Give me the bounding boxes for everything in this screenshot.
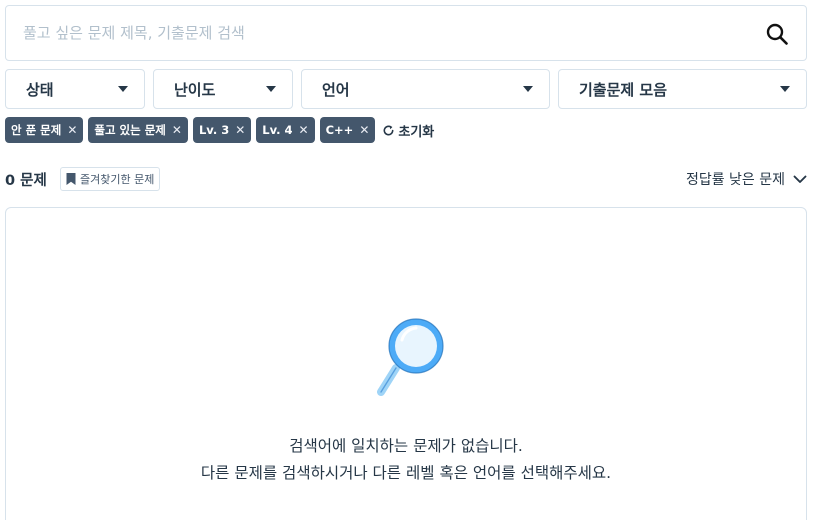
search-input[interactable]: [6, 6, 746, 60]
close-icon[interactable]: ✕: [359, 123, 369, 137]
close-icon[interactable]: ✕: [235, 123, 245, 137]
close-icon[interactable]: ✕: [299, 123, 309, 137]
filter-chip: C++ ✕: [319, 117, 376, 143]
filter-exam-collection-dropdown[interactable]: 기출문제 모음: [558, 69, 807, 109]
filter-exam-collection-label: 기출문제 모음: [579, 80, 668, 99]
filter-chip: 안 푼 문제 ✕: [5, 117, 84, 143]
results-panel: 검색어에 일치하는 문제가 없습니다. 다른 문제를 검색하시거나 다른 레벨 …: [5, 207, 807, 520]
filter-language-dropdown[interactable]: 언어: [301, 69, 550, 109]
search-icon: [766, 23, 788, 45]
caret-down-icon: [118, 86, 128, 92]
result-count: 0 문제: [5, 173, 47, 189]
search-button[interactable]: [762, 19, 792, 49]
search-box: [5, 5, 807, 61]
refresh-icon: [383, 124, 394, 135]
filter-chip: Lv. 3 ✕: [192, 117, 252, 143]
filter-chip-label: Lv. 4: [262, 123, 293, 137]
close-icon[interactable]: ✕: [67, 123, 77, 137]
filter-chip: Lv. 4 ✕: [256, 117, 315, 143]
empty-state-line1: 검색어에 일치하는 문제가 없습니다.: [289, 437, 523, 455]
filter-chip: 풀고 있는 문제 ✕: [88, 117, 188, 143]
caret-down-icon: [523, 86, 533, 92]
filter-level-dropdown[interactable]: 난이도: [153, 69, 293, 109]
magnifier-illustration-icon: [377, 318, 444, 396]
filter-language-label: 언어: [322, 80, 350, 99]
reset-label: 초기화: [398, 124, 435, 140]
filter-status-label: 상태: [26, 80, 54, 99]
empty-state-line2: 다른 문제를 검색하시거나 다른 레벨 혹은 언어를 선택해주세요.: [200, 464, 612, 482]
sort-label: 정답률 낮은 문제: [685, 172, 785, 188]
active-filter-chips: 안 푼 문제 ✕ 풀고 있는 문제 ✕ Lv. 3 ✕ Lv. 4 ✕ C++ …: [5, 117, 434, 143]
bookmark-icon: [66, 173, 76, 185]
filter-chip-label: 풀고 있는 문제: [94, 123, 166, 137]
empty-state-message: 검색어에 일치하는 문제가 없습니다. 다른 문제를 검색하시거나 다른 레벨 …: [6, 433, 806, 487]
sort-dropdown[interactable]: 정답률 낮은 문제: [686, 169, 807, 189]
bookmarked-problems-button[interactable]: 즐겨찾기한 문제: [60, 167, 161, 191]
caret-down-icon: [780, 86, 790, 92]
chevron-down-icon: [793, 175, 807, 183]
bookmark-label: 즐겨찾기한 문제: [80, 173, 155, 186]
filter-status-dropdown[interactable]: 상태: [5, 69, 145, 109]
filter-level-label: 난이도: [174, 80, 216, 99]
result-toolbar: 0 문제 즐겨찾기한 문제 정답률 낮은 문제: [5, 167, 807, 191]
caret-down-icon: [266, 86, 276, 92]
filter-chip-label: 안 푼 문제: [11, 123, 62, 137]
close-icon[interactable]: ✕: [172, 123, 182, 137]
filter-chip-label: C++: [325, 123, 354, 137]
reset-filters-button[interactable]: 초기화: [382, 121, 434, 140]
filter-chip-label: Lv. 3: [198, 123, 230, 137]
